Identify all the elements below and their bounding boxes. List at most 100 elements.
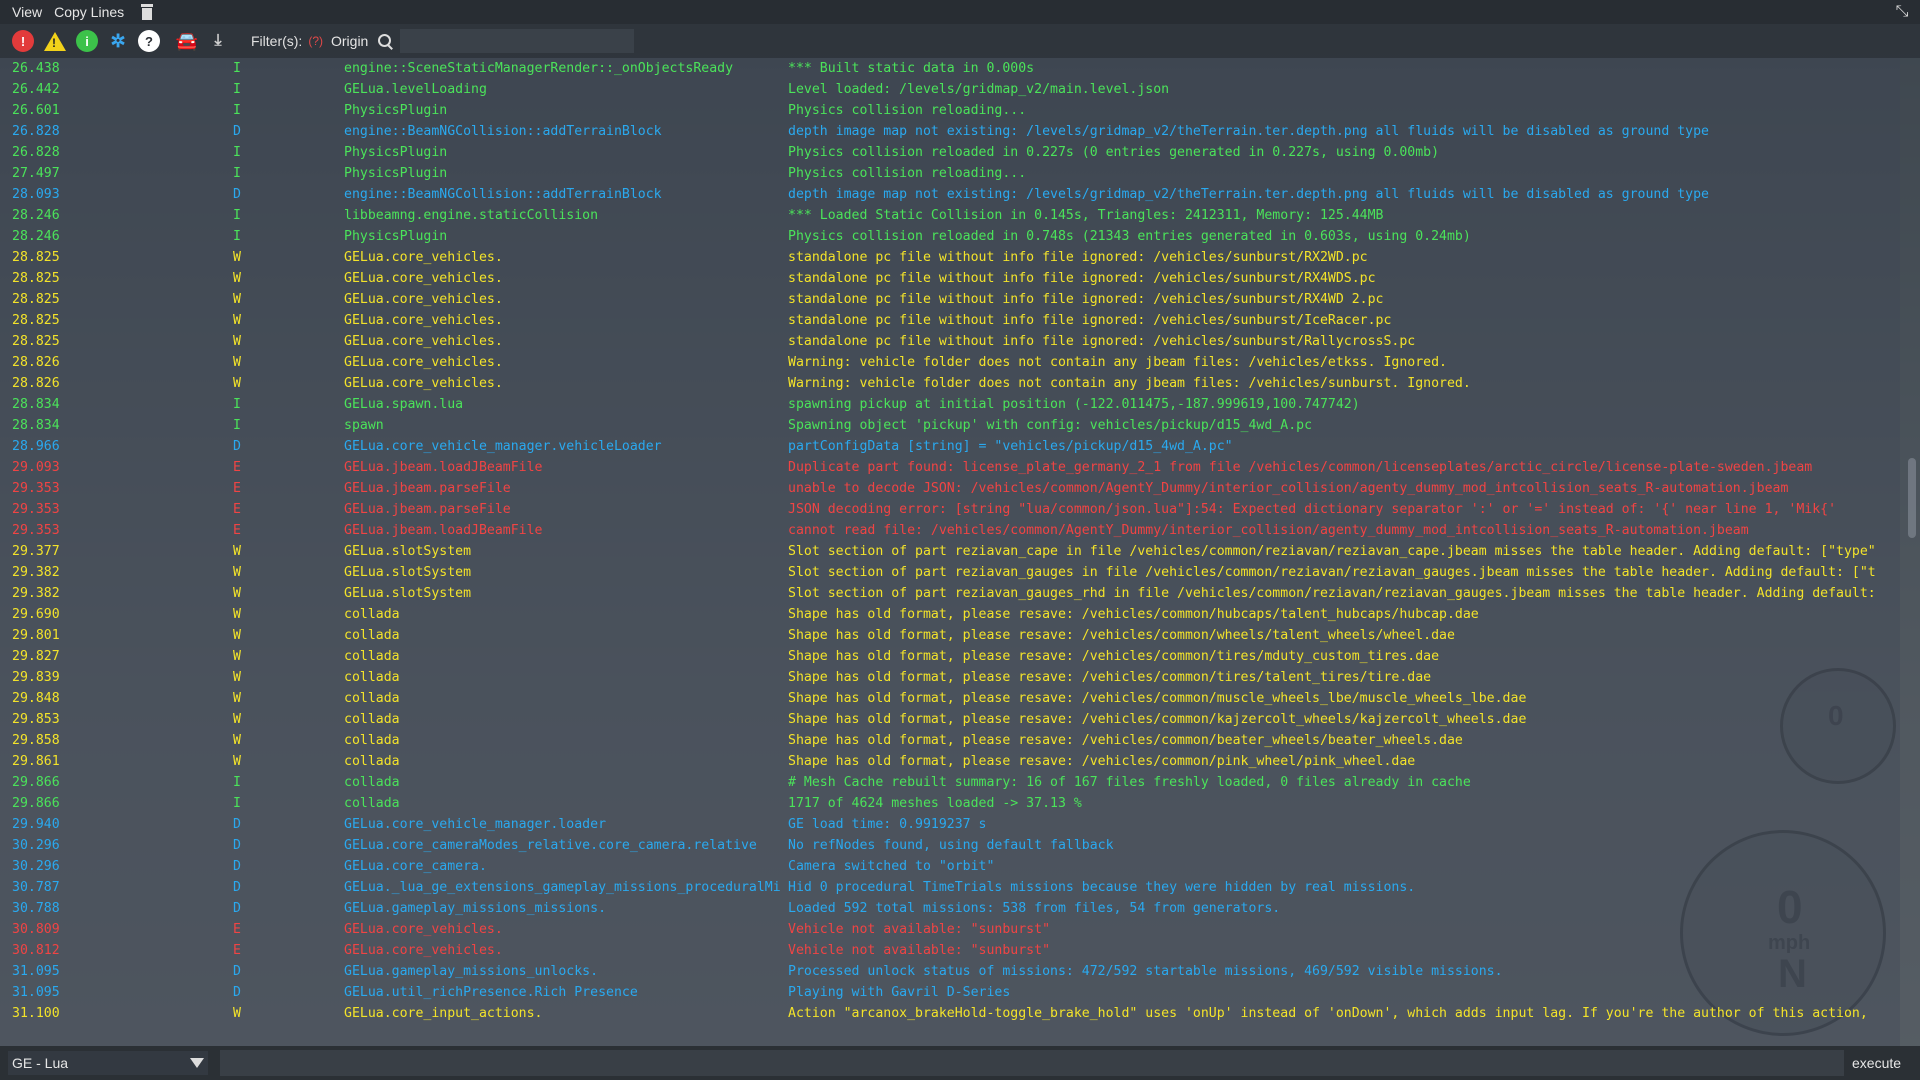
- log-origin: GELua.slotSystem: [344, 586, 472, 601]
- log-row[interactable]: 29.353 E GELua.jbeam.loadJBeamFile cannot r…: [0, 520, 1900, 541]
- log-time: 28.834: [12, 418, 60, 433]
- log-time: 30.812: [12, 943, 60, 958]
- log-row[interactable]: 29.839 Wcollada Shape has old format, plea…: [0, 667, 1900, 688]
- scrollbar-thumb[interactable]: [1908, 458, 1916, 538]
- log-row[interactable]: 29.858 Wcollada Shape has old format, plea…: [0, 730, 1900, 751]
- log-row[interactable]: 29.853 Wcollada Shape has old format, plea…: [0, 709, 1900, 730]
- log-row[interactable]: 29.940 D GELua.core_vehicle_manager.loader…: [0, 814, 1900, 835]
- log-row[interactable]: 26.442 I GELua.levelLoading Level loaded: /…: [0, 79, 1900, 100]
- log-message: Shape has old format, please resave: /ve…: [788, 712, 1527, 727]
- log-row[interactable]: 28.093 Dengine::BeamNGCollision::addTerra…: [0, 184, 1900, 205]
- log-row[interactable]: 28.834 I GELua.spawn.lua spawning pickup at…: [0, 394, 1900, 415]
- log-origin: GELua.core_vehicles.: [344, 355, 503, 370]
- log-row[interactable]: 28.826 W GELua.core_vehicles. Warning: vehi…: [0, 352, 1900, 373]
- log-message: Physics collision reloaded in 0.748s (21…: [788, 229, 1471, 244]
- log-time: 31.095: [12, 985, 60, 1000]
- log-level: I: [233, 397, 241, 412]
- log-row[interactable]: 29.848 Wcollada Shape has old format, plea…: [0, 688, 1900, 709]
- log-row[interactable]: 26.438 Iengine::SceneStaticManagerRender:…: [0, 58, 1900, 79]
- log-row[interactable]: 29.382 W GELua.slotSystem Slot section of p…: [0, 562, 1900, 583]
- log-origin: GELua._lua_ge_extensions_gameplay_missio…: [344, 880, 781, 895]
- command-input[interactable]: [220, 1050, 1844, 1076]
- log-message: Shape has old format, please resave: /ve…: [788, 733, 1463, 748]
- log-row[interactable]: 29.866 Icollada # Mesh Cache rebuilt summ…: [0, 772, 1900, 793]
- execute-button[interactable]: execute: [1852, 1055, 1901, 1071]
- log-row[interactable]: 30.296 D GELua.core_cameraModes_relative.c…: [0, 835, 1900, 856]
- log-origin: GELua.jbeam.parseFile: [344, 502, 511, 517]
- car-icon[interactable]: 🚘: [176, 30, 198, 52]
- filter-help-link[interactable]: (?): [308, 34, 323, 48]
- log-time: 29.353: [12, 502, 60, 517]
- log-row[interactable]: 29.866 Icollada 1717 of 4624 meshes loaded…: [0, 793, 1900, 814]
- restore-icon[interactable]: ⤡: [1894, 4, 1910, 20]
- context-select-value: GE - Lua: [12, 1055, 69, 1071]
- log-row[interactable]: 28.246 Ilibbeamng.engine.staticCollision *…: [0, 205, 1900, 226]
- log-row[interactable]: 31.095 D GELua.gameplay_missions_unlocks. P…: [0, 961, 1900, 982]
- context-select[interactable]: GE - Lua: [8, 1051, 208, 1075]
- log-row[interactable]: 29.353 E GELua.jbeam.parseFile JSON decodin…: [0, 499, 1900, 520]
- log-message: Physics collision reloading...: [788, 103, 1027, 118]
- log-row[interactable]: 30.787 D GELua._lua_ge_extensions_gameplay…: [0, 877, 1900, 898]
- log-row[interactable]: 29.377 W GELua.slotSystem Slot section of p…: [0, 541, 1900, 562]
- log-row[interactable]: 29.382 W GELua.slotSystem Slot section of p…: [0, 583, 1900, 604]
- log-row[interactable]: 29.827 Wcollada Shape has old format, plea…: [0, 646, 1900, 667]
- log-message: Physics collision reloaded in 0.227s (0 …: [788, 145, 1440, 160]
- log-row[interactable]: 28.825 W GELua.core_vehicles. standalone pc…: [0, 289, 1900, 310]
- log-row[interactable]: 29.353 E GELua.jbeam.parseFile unable to de…: [0, 478, 1900, 499]
- log-row[interactable]: 29.690 Wcollada Shape has old format, plea…: [0, 604, 1900, 625]
- log-origin: GELua.util_richPresence.Rich Presence: [344, 985, 638, 1000]
- log-level: E: [233, 460, 241, 475]
- log-level: D: [233, 439, 241, 454]
- log-row[interactable]: 27.497 I PhysicsPlugin Physics collision re…: [0, 163, 1900, 184]
- chevron-down-icon[interactable]: [190, 1058, 204, 1068]
- menu-copy-lines[interactable]: Copy Lines: [48, 0, 130, 24]
- log-row[interactable]: 28.825 W GELua.core_vehicles. standalone pc…: [0, 331, 1900, 352]
- error-filter-button[interactable]: !: [12, 30, 34, 52]
- log-row[interactable]: 31.095 D GELua.util_richPresence.Rich Pres…: [0, 982, 1900, 1003]
- search-icon: [378, 34, 392, 48]
- log-row[interactable]: 31.100 W GELua.core_input_actions. Action "…: [0, 1003, 1900, 1024]
- log-row[interactable]: 30.809 E GELua.core_vehicles. Vehicle not a…: [0, 919, 1900, 940]
- log-row[interactable]: 28.825 W GELua.core_vehicles. standalone pc…: [0, 268, 1900, 289]
- log-level: I: [233, 82, 241, 97]
- log-level: D: [233, 901, 241, 916]
- debug-filter-button[interactable]: ✲: [107, 30, 129, 52]
- log-level: I: [233, 103, 241, 118]
- log-level: W: [233, 250, 241, 265]
- trash-icon[interactable]: [140, 4, 154, 20]
- log-origin: collada: [344, 796, 400, 811]
- scrollbar[interactable]: [1900, 58, 1920, 1046]
- log-level: D: [233, 880, 241, 895]
- log-time: 28.834: [12, 397, 60, 412]
- log-message: # Mesh Cache rebuilt summary: 16 of 167 …: [788, 775, 1471, 790]
- log-time: 29.940: [12, 817, 60, 832]
- log-time: 29.382: [12, 565, 60, 580]
- log-row[interactable]: 28.966 D GELua.core_vehicle_manager.vehicl…: [0, 436, 1900, 457]
- menu-view[interactable]: View: [0, 0, 48, 24]
- download-icon[interactable]: ⤓: [207, 30, 229, 52]
- log-row[interactable]: 26.601 I PhysicsPlugin Physics collision re…: [0, 100, 1900, 121]
- log-origin: GELua.jbeam.parseFile: [344, 481, 511, 496]
- log-row[interactable]: 30.812 E GELua.core_vehicles. Vehicle not a…: [0, 940, 1900, 961]
- log-row[interactable]: 29.801 Wcollada Shape has old format, plea…: [0, 625, 1900, 646]
- log-level: I: [233, 208, 241, 223]
- log-row[interactable]: 28.246 I PhysicsPlugin Physics collision re…: [0, 226, 1900, 247]
- help-button[interactable]: ?: [138, 30, 160, 52]
- warning-filter-button[interactable]: !: [43, 30, 67, 52]
- log-row[interactable]: 28.825 W GELua.core_vehicles. standalone pc…: [0, 247, 1900, 268]
- search-input[interactable]: [400, 29, 635, 53]
- log-list[interactable]: 26.438 Iengine::SceneStaticManagerRender:…: [0, 58, 1900, 1046]
- log-level: W: [233, 376, 241, 391]
- log-level: W: [233, 565, 241, 580]
- log-row[interactable]: 26.828 I PhysicsPlugin Physics collision re…: [0, 142, 1900, 163]
- log-row[interactable]: 29.861 Wcollada Shape has old format, plea…: [0, 751, 1900, 772]
- log-row[interactable]: 28.825 W GELua.core_vehicles. standalone pc…: [0, 310, 1900, 331]
- log-row[interactable]: 30.788 D GELua.gameplay_missions_missions.…: [0, 898, 1900, 919]
- log-row[interactable]: 28.834 Ispawn Spawning object 'pickup' wit…: [0, 415, 1900, 436]
- log-row[interactable]: 30.296 D GELua.core_camera. Camera switched…: [0, 856, 1900, 877]
- log-message: partConfigData [string] = "vehicles/pick…: [788, 439, 1233, 454]
- log-row[interactable]: 26.828 Dengine::BeamNGCollision::addTerra…: [0, 121, 1900, 142]
- log-row[interactable]: 28.826 W GELua.core_vehicles. Warning: vehi…: [0, 373, 1900, 394]
- info-filter-button[interactable]: i: [76, 30, 98, 52]
- log-row[interactable]: 29.093 E GELua.jbeam.loadJBeamFile Duplicat…: [0, 457, 1900, 478]
